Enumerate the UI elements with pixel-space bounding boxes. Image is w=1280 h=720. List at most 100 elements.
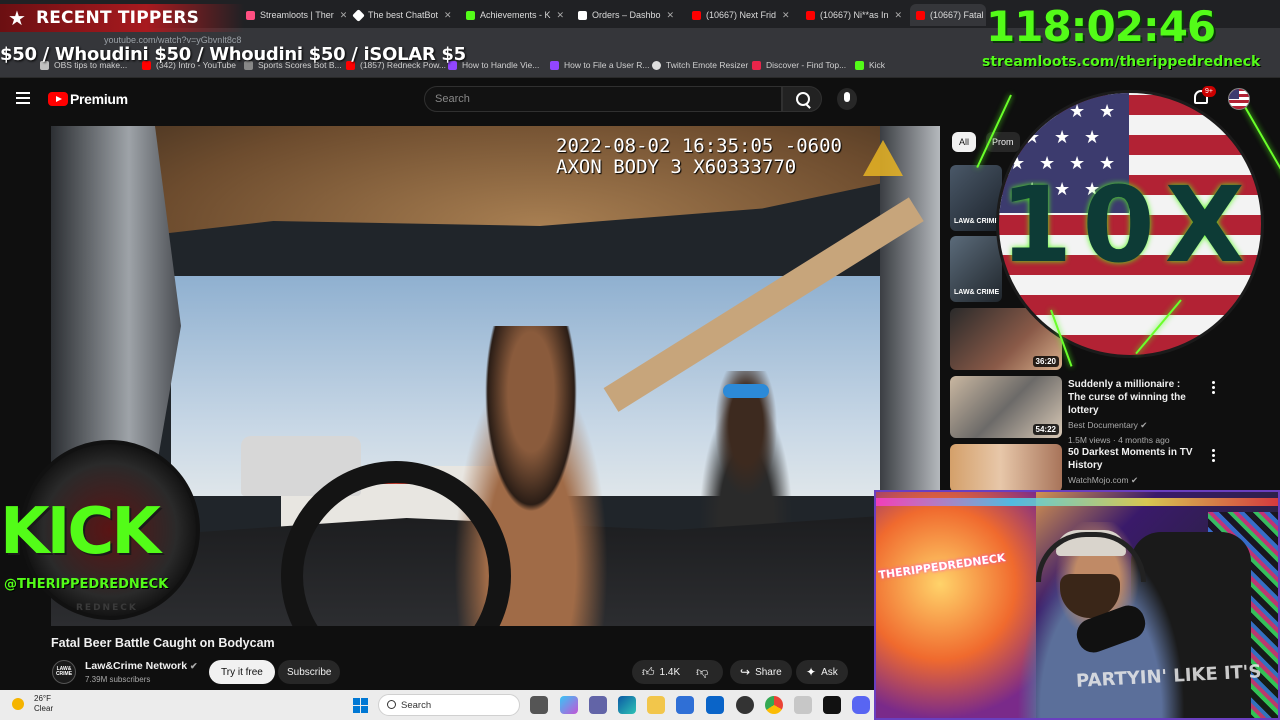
weather-widget[interactable]: 26°F Clear bbox=[12, 694, 53, 714]
copilot-icon[interactable] bbox=[560, 696, 578, 714]
bodycam-datetime: 2022-08-02 16:35:05 -0600 bbox=[556, 135, 842, 157]
terminal-icon[interactable] bbox=[823, 696, 841, 714]
recommendation-thumbnail[interactable]: 54:22 bbox=[950, 376, 1062, 438]
close-icon[interactable]: ✕ bbox=[557, 10, 565, 21]
close-icon[interactable]: ✕ bbox=[895, 10, 903, 21]
recommendation-title[interactable]: Suddenly a millionaire : The curse of wi… bbox=[1068, 378, 1198, 417]
kick-favicon-icon bbox=[466, 10, 475, 20]
app-icon[interactable] bbox=[794, 696, 812, 714]
thumbnail-channel-tag: LAW& CRIME bbox=[954, 218, 1000, 225]
subscribe-button[interactable]: Subscribe bbox=[278, 660, 341, 684]
close-icon[interactable]: ✕ bbox=[444, 10, 452, 21]
recommendation-info[interactable]: Suddenly a millionaire : The curse of wi… bbox=[1068, 378, 1198, 447]
channel-avatar[interactable]: LAW& CRIME bbox=[52, 660, 76, 684]
verified-icon: ✔ bbox=[1131, 475, 1139, 485]
tab-label: (10667) Fatal Be bbox=[930, 10, 986, 20]
obs-icon[interactable] bbox=[736, 696, 754, 714]
search-input[interactable]: Search bbox=[424, 86, 782, 112]
like-count[interactable]: 1.4K bbox=[660, 667, 681, 678]
taskbar-search[interactable]: Search bbox=[378, 694, 520, 716]
search-placeholder: Search bbox=[435, 93, 470, 105]
screen: Streamloots | Ther ✕ The best ChatBot ✕ Ac… bbox=[0, 0, 1280, 720]
close-icon[interactable]: ✕ bbox=[667, 10, 675, 21]
more-options-icon[interactable] bbox=[1212, 449, 1216, 464]
thumbs-up-icon[interactable]: 👍︎ bbox=[642, 665, 655, 680]
task-view-icon[interactable] bbox=[530, 696, 548, 714]
recommendation-channel[interactable]: Best Documentary ✔ bbox=[1068, 419, 1198, 432]
video-duration: 54:22 bbox=[1032, 424, 1059, 435]
bookmark-kick[interactable]: Kick bbox=[855, 60, 885, 70]
taskbar-search-label: Search bbox=[401, 700, 432, 711]
like-dislike-bar: 👍︎ 1.4K 👎︎ bbox=[632, 660, 723, 684]
bookmark-label: Kick bbox=[869, 60, 886, 70]
video-duration: 36:20 bbox=[1032, 356, 1059, 367]
kick-sub-label: REDNECK bbox=[76, 603, 138, 613]
bookmark-file-report[interactable]: How to File a User R... bbox=[550, 60, 650, 70]
thumbnail-channel-tag: LAW& CRIME bbox=[954, 289, 1000, 296]
store-icon[interactable] bbox=[676, 696, 694, 714]
share-label: Share bbox=[755, 666, 782, 678]
recommendation-channel-name: Best Documentary bbox=[1068, 420, 1138, 430]
edge-icon[interactable] bbox=[618, 696, 636, 714]
thumbs-down-icon[interactable]: 👎︎ bbox=[696, 665, 708, 680]
twitch-icon bbox=[550, 60, 559, 70]
account-avatar[interactable] bbox=[1228, 88, 1250, 110]
share-icon: ↪ bbox=[740, 665, 751, 679]
youtube-favicon-icon bbox=[916, 10, 925, 20]
recommendation-thumbnail[interactable]: LAW& CRIME bbox=[950, 236, 1002, 302]
chip-all[interactable]: All bbox=[952, 132, 976, 152]
globe-icon bbox=[652, 60, 661, 70]
channel-name[interactable]: Law&Crime Network ✔ bbox=[85, 660, 198, 672]
close-icon[interactable]: ✕ bbox=[782, 10, 790, 21]
woo-favicon-icon bbox=[578, 10, 587, 20]
recommendation-thumbnail[interactable]: LAW& CRIME bbox=[950, 165, 1002, 231]
more-options-icon[interactable] bbox=[1212, 381, 1216, 396]
recommendation-info[interactable]: 50 Darkest Moments in TV History WatchMo… bbox=[1068, 446, 1198, 487]
youtube-logo-icon[interactable] bbox=[48, 92, 68, 106]
tab-label: (10667) Ni**as In bbox=[820, 10, 889, 20]
chrome-icon[interactable] bbox=[765, 696, 783, 714]
tab-label: The best ChatBot bbox=[368, 10, 439, 20]
tab-label: (10667) Next Frid bbox=[706, 10, 777, 20]
recommendation-channel-name: WatchMojo.com bbox=[1068, 475, 1129, 485]
ask-label: Ask bbox=[821, 666, 838, 678]
bookmark-label: Twitch Emote Resizer bbox=[666, 60, 749, 70]
outlook-icon[interactable] bbox=[706, 696, 724, 714]
tab-orders[interactable]: Orders – Dashbo ✕ bbox=[572, 4, 682, 26]
file-explorer-icon[interactable] bbox=[647, 696, 665, 714]
bookmark-label: How to Handle Vie... bbox=[462, 60, 540, 70]
tab-next-friday[interactable]: (10667) Next Frid ✕ bbox=[686, 4, 796, 26]
recommendation-thumbnail[interactable] bbox=[950, 444, 1062, 492]
tab-chatbot[interactable]: The best ChatBot ✕ bbox=[348, 4, 456, 26]
recent-tippers-banner: ★ RECENT TIPPERS bbox=[0, 4, 244, 32]
windows-start-icon[interactable] bbox=[353, 698, 368, 713]
star-icon: ★ bbox=[8, 7, 26, 30]
discord-icon[interactable] bbox=[852, 696, 870, 714]
star-icon: ★ bbox=[1024, 127, 1041, 147]
search-button[interactable] bbox=[782, 86, 822, 112]
weather-temperature: 26°F bbox=[34, 694, 51, 703]
recommendation-title[interactable]: 50 Darkest Moments in TV History bbox=[1068, 446, 1198, 472]
tab-label: Orders – Dashbo bbox=[592, 10, 661, 20]
tab-achievements[interactable]: Achievements - K ✕ bbox=[460, 4, 568, 26]
tab-streamloots[interactable]: Streamloots | Ther ✕ bbox=[240, 4, 346, 26]
verified-icon: ✔ bbox=[190, 661, 198, 671]
webcam-overlay: THERIPPEDREDNECK PARTYIN' LIKE IT'S bbox=[874, 490, 1280, 720]
menu-icon[interactable] bbox=[16, 92, 30, 104]
share-button[interactable]: ↪ Share bbox=[730, 660, 792, 684]
teams-icon[interactable] bbox=[589, 696, 607, 714]
star-icon: ★ bbox=[1084, 127, 1101, 147]
youtube-premium-label[interactable]: Premium bbox=[70, 91, 128, 107]
microphone-icon[interactable] bbox=[837, 88, 857, 110]
recommendation-channel[interactable]: WatchMojo.com ✔ bbox=[1068, 474, 1198, 487]
bookmark-discover[interactable]: Discover - Find Top... bbox=[752, 60, 846, 70]
bookmark-label: Discover - Find Top... bbox=[766, 60, 847, 70]
tab-video-2[interactable]: (10667) Ni**as In ✕ bbox=[800, 4, 906, 26]
try-it-free-button[interactable]: Try it free bbox=[209, 660, 275, 684]
ask-button[interactable]: ✦ Ask bbox=[796, 660, 848, 684]
star-icon: ★ bbox=[1009, 101, 1026, 121]
windows-taskbar: 26°F Clear Search bbox=[0, 690, 874, 720]
close-icon[interactable]: ✕ bbox=[340, 10, 346, 21]
bookmark-emote-resizer[interactable]: Twitch Emote Resizer bbox=[652, 60, 748, 70]
tab-fatal-beer-active[interactable]: (10667) Fatal Be bbox=[910, 4, 986, 26]
